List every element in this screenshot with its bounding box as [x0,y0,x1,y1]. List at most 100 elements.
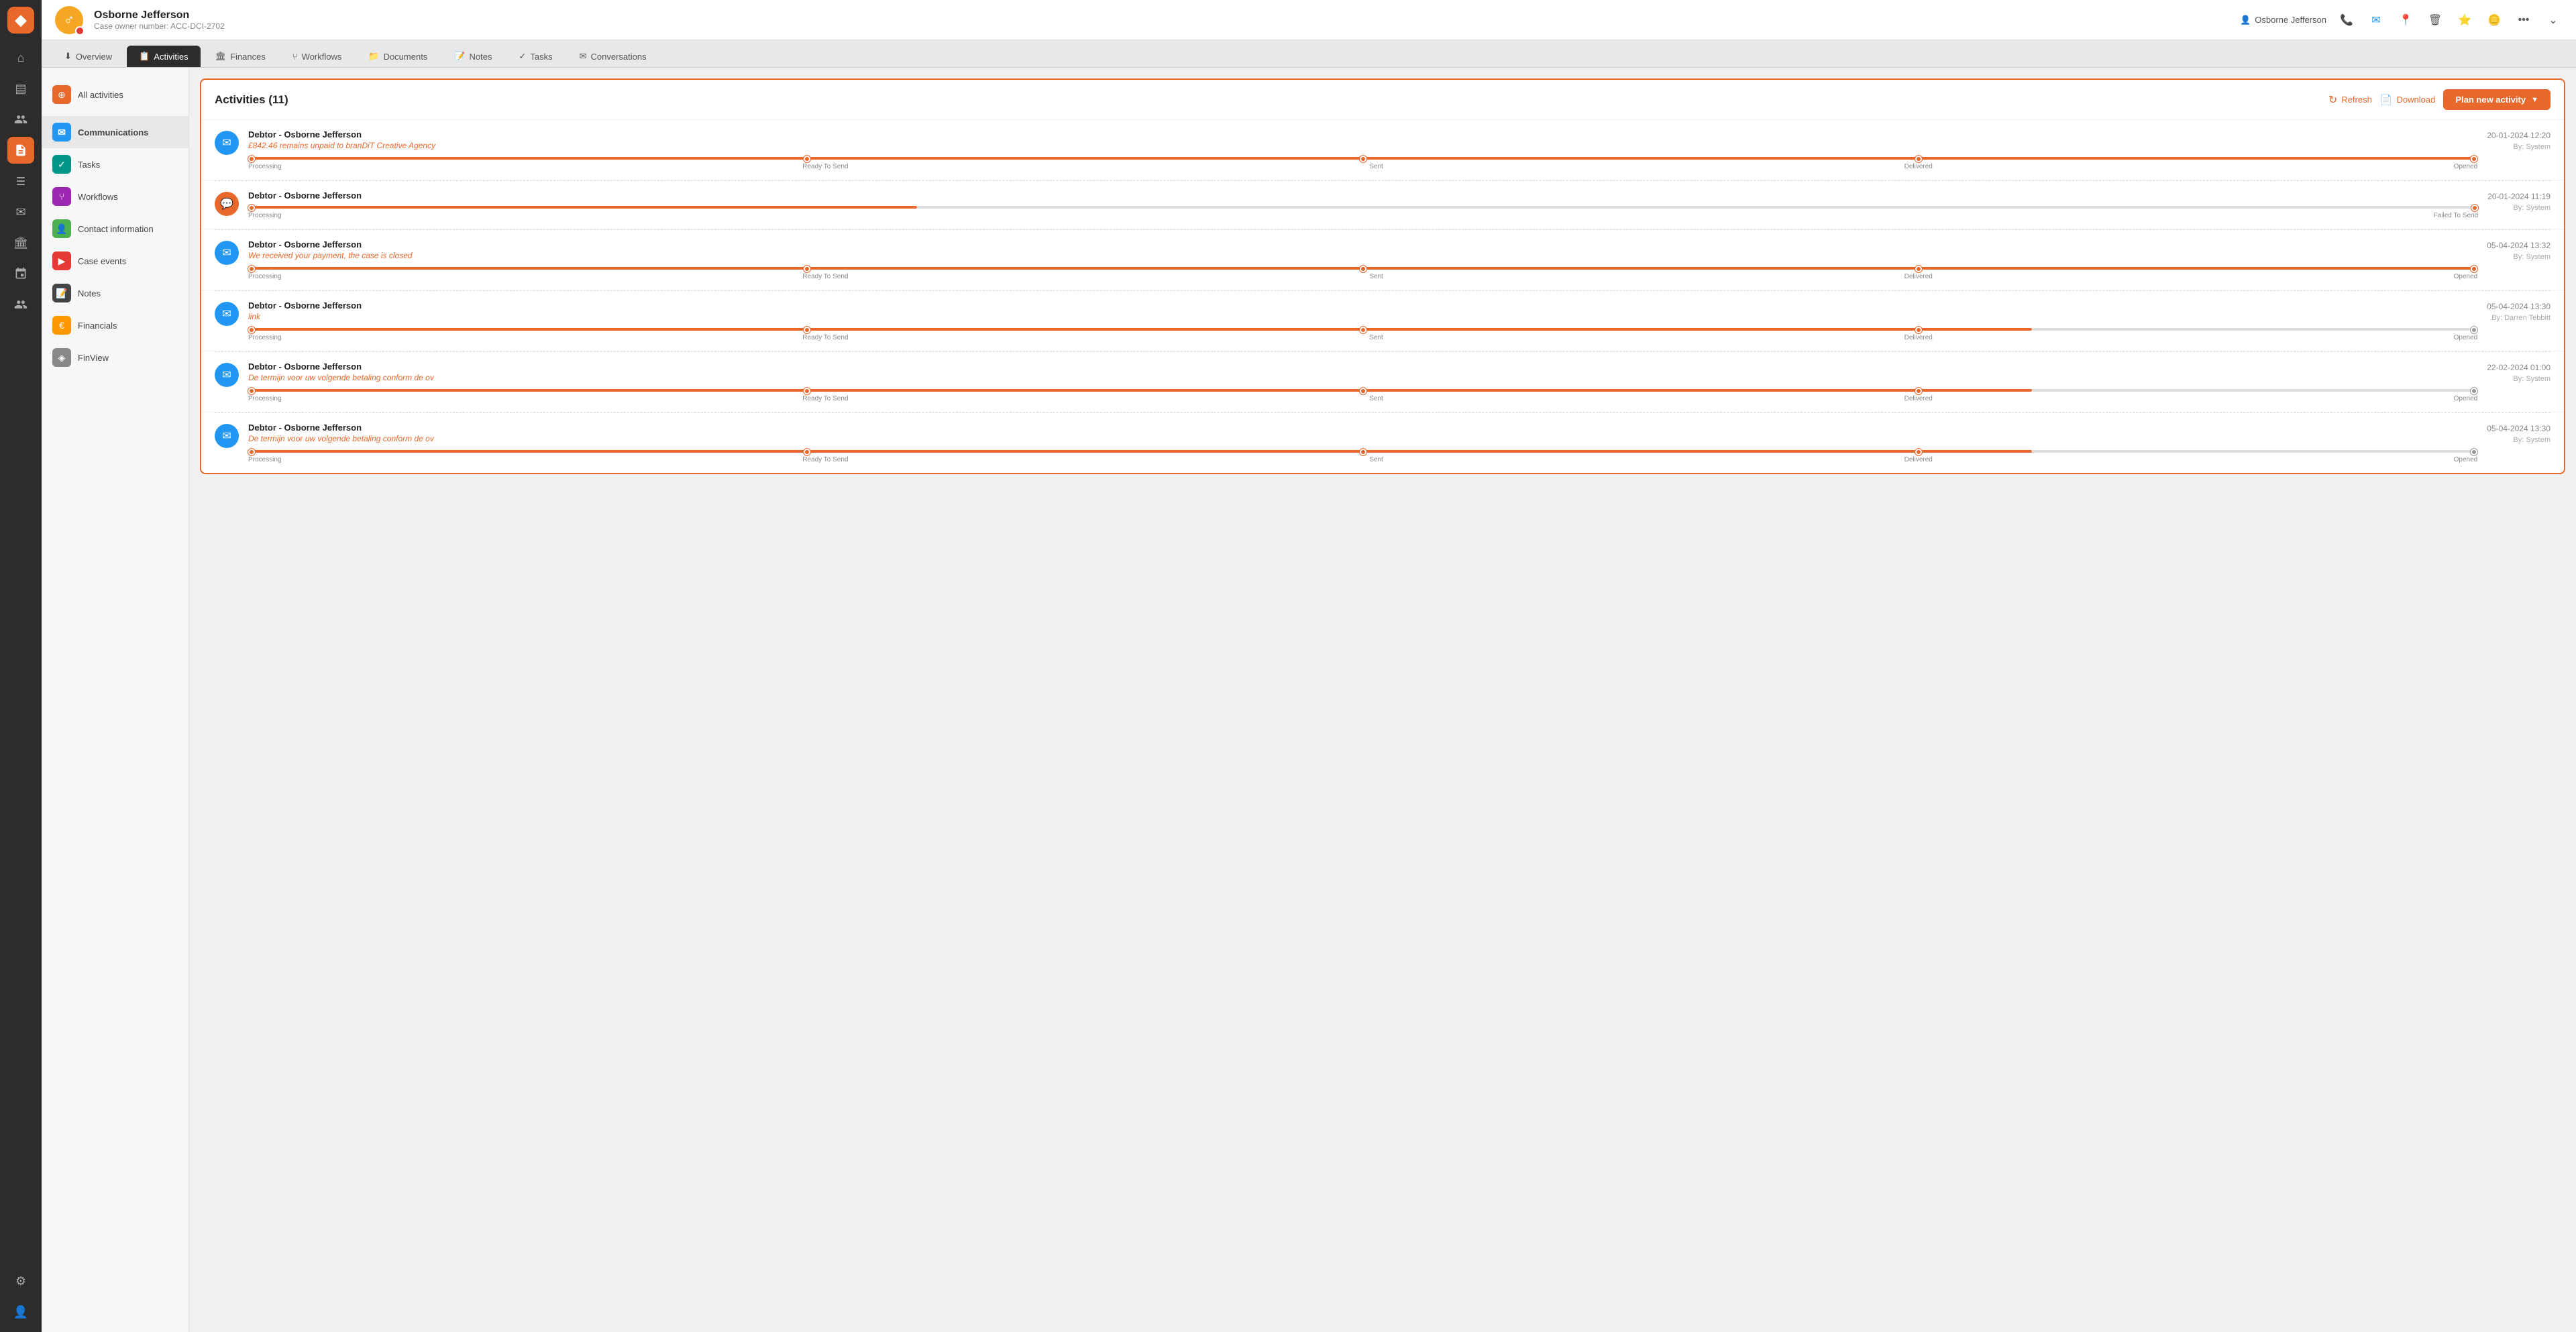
refresh-button[interactable]: ↻ Refresh [2328,93,2372,107]
nav-cases[interactable]: ▤ [7,75,34,102]
content-area: ⊕ All activities ✉ Communications ✓ Task… [42,68,2576,1332]
email-icon[interactable]: ✉ [2367,11,2385,30]
contact-info-label: Contact information [78,224,154,234]
activity-email-icon: ✉ [215,131,239,155]
activity-title: Debtor - Osborne Jefferson [248,300,2477,311]
nav-settings[interactable]: ⚙ [7,1268,34,1294]
coin-icon[interactable]: 🪙 [2485,11,2504,30]
activity-item: ✉ Debtor - Osborne Jefferson link [201,291,2564,351]
activity-by: By: System [2487,142,2551,153]
download-label: Download [2397,95,2436,105]
sidebar-item-workflows[interactable]: ⑂ Workflows [42,180,189,213]
tasks-icon: ✓ [52,155,71,174]
all-activities-label: All activities [78,90,123,100]
plan-activity-label: Plan new activity [2455,95,2526,105]
tab-finances[interactable]: 🏛 Finances [203,46,278,67]
tab-conversations[interactable]: ✉ Conversations [568,46,659,67]
progress-track: Processing Ready To Send Sent Delivered … [248,388,2477,402]
nav-records[interactable] [7,137,34,164]
nav-user[interactable]: 👤 [7,1298,34,1325]
app-logo[interactable]: ◆ [7,7,34,34]
activity-meta: 05-04-2024 13:32 By: System [2487,239,2551,263]
top-bar: ♂ Osborne Jefferson Case owner number: A… [42,0,2576,40]
nav-data[interactable] [7,168,34,195]
star-icon[interactable]: ⭐ [2455,11,2474,30]
activity-meta: 05-04-2024 13:30 By: System [2487,423,2551,446]
main-area: ♂ Osborne Jefferson Case owner number: A… [42,0,2576,1332]
tab-overview[interactable]: ⬇ Overview [52,46,124,67]
download-icon: 📄 [2380,94,2393,106]
workflows-icon: ⑂ [52,187,71,206]
tab-workflows[interactable]: ⑂ Workflows [280,46,354,67]
nav-mail[interactable]: ✉ [7,199,34,225]
activity-email-icon: ✉ [215,424,239,448]
tab-activities[interactable]: 📋 Activities [127,46,200,67]
activity-subtitle: £842.46 remains unpaid to branDiT Creati… [248,141,2477,150]
activity-item: 💬 Debtor - Osborne Jefferson [201,181,2564,229]
finview-label: FinView [78,353,109,363]
activity-date: 05-04-2024 13:30 [2487,423,2551,435]
progress-track: Processing Ready To Send Sent Delivered … [248,156,2477,170]
progress-track: Processing Failed To Send [248,205,2478,219]
activity-by: By: System [2487,435,2551,446]
activity-item: ✉ Debtor - Osborne Jefferson De termijn … [201,413,2564,473]
tab-documents[interactable]: 📁 Documents [356,46,439,67]
activity-subtitle: link [248,312,2477,321]
activity-title: Debtor - Osborne Jefferson [248,362,2477,372]
delete-icon[interactable]: 🗑 [2426,11,2445,30]
activity-email-icon: ✉ [215,241,239,265]
sidebar-item-all-activities[interactable]: ⊕ All activities [42,78,189,111]
sidebar-item-tasks[interactable]: ✓ Tasks [42,148,189,180]
finview-icon: ◈ [52,348,71,367]
activity-item: ✉ Debtor - Osborne Jefferson De termijn … [201,352,2564,412]
activity-title: Debtor - Osborne Jefferson [248,239,2477,249]
case-events-icon: ▶ [52,252,71,270]
tab-notes[interactable]: 📝 Notes [442,46,504,67]
all-activities-icon: ⊕ [52,85,71,104]
activities-title: Activities (11) [215,93,2320,107]
expand-icon[interactable]: ⌄ [2544,11,2563,30]
sidebar-item-notes[interactable]: 📝 Notes [42,277,189,309]
more-icon[interactable]: ••• [2514,11,2533,30]
activity-item: ✉ Debtor - Osborne Jefferson £842.46 rem… [201,120,2564,180]
activity-by: By: System [2487,374,2551,385]
case-avatar: ♂ [55,6,83,34]
communications-icon: ✉ [52,123,71,142]
location-icon[interactable]: 📍 [2396,11,2415,30]
activity-date: 20-01-2024 12:20 [2487,129,2551,142]
phone-icon[interactable]: 📞 [2337,11,2356,30]
sidebar-item-contact-information[interactable]: 👤 Contact information [42,213,189,245]
plan-activity-button[interactable]: Plan new activity ▼ [2443,89,2551,110]
activity-date: 05-04-2024 13:30 [2487,300,2551,313]
activity-title: Debtor - Osborne Jefferson [248,190,2478,201]
activity-body: Debtor - Osborne Jefferson De termijn vo… [248,423,2477,463]
left-navigation: ◆ ⌂ ▤ ✉ 🏛 ⚙ 👤 [0,0,42,1332]
workflows-label: Workflows [78,192,118,202]
activity-date: 05-04-2024 13:32 [2487,239,2551,252]
activity-body: Debtor - Osborne Jefferson link [248,300,2477,341]
tab-tasks[interactable]: ✓ Tasks [506,46,564,67]
activities-header: Activities (11) ↻ Refresh 📄 Download Pla… [201,80,2564,120]
sidebar-item-financials[interactable]: € Financials [42,309,189,341]
activity-item: ✉ Debtor - Osborne Jefferson We received… [201,230,2564,290]
progress-track: Processing Ready To Send Sent Delivered … [248,449,2477,463]
nav-workflow[interactable] [7,260,34,287]
download-button[interactable]: 📄 Download [2380,94,2436,106]
case-number: Case owner number: ACC-DCI-2702 [94,21,2229,31]
financials-icon: € [52,316,71,335]
nav-team[interactable] [7,291,34,318]
nav-contacts[interactable] [7,106,34,133]
notes-icon: 📝 [52,284,71,302]
nav-bank[interactable]: 🏛 [7,229,34,256]
sidebar-item-communications[interactable]: ✉ Communications [42,116,189,148]
plan-caret-icon: ▼ [2531,96,2538,104]
sidebar-item-finview[interactable]: ◈ FinView [42,341,189,374]
activity-date: 22-02-2024 01:00 [2487,362,2551,374]
nav-home[interactable]: ⌂ [7,44,34,71]
notes-label: Notes [78,288,101,298]
sidebar-item-case-events[interactable]: ▶ Case events [42,245,189,277]
activity-title: Debtor - Osborne Jefferson [248,129,2477,140]
tab-bar: ⬇ Overview 📋 Activities 🏛 Finances ⑂ Wor… [42,40,2576,68]
activity-by: By: System [2487,203,2551,214]
top-bar-actions: 👤 Osborne Jefferson 📞 ✉ 📍 🗑 ⭐ 🪙 ••• ⌄ [2240,11,2563,30]
